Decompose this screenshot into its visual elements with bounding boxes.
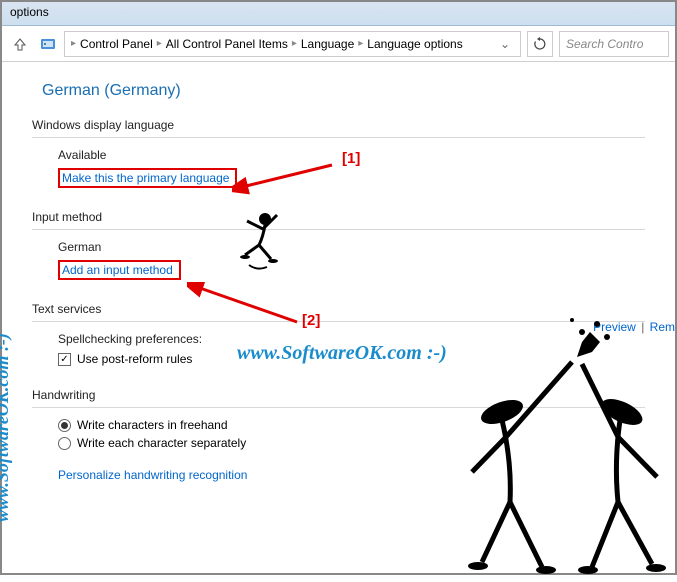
breadcrumb-item[interactable]: Language	[301, 37, 354, 51]
input-language: German	[58, 240, 645, 254]
input-method-actions: Preview | Rem	[593, 320, 675, 334]
checkbox-icon: ✓	[58, 353, 71, 366]
add-input-method-link[interactable]: Add an input method	[62, 263, 173, 277]
preview-link[interactable]: Preview	[593, 320, 636, 334]
make-primary-link[interactable]: Make this the primary language	[62, 171, 229, 185]
refresh-icon	[533, 37, 547, 51]
refresh-button[interactable]	[527, 31, 553, 57]
search-placeholder: Search Contro	[566, 37, 643, 51]
chevron-right-icon: ▸	[71, 38, 76, 49]
divider: |	[641, 320, 644, 334]
personalize-handwriting-link[interactable]: Personalize handwriting recognition	[58, 468, 247, 482]
page-title: German (Germany)	[42, 82, 645, 100]
control-panel-icon	[38, 34, 58, 54]
annotation-label-2: [2]	[302, 312, 320, 329]
content-area: German (Germany) Windows display languag…	[2, 62, 675, 524]
annotation-highlight-1: Make this the primary language	[58, 168, 237, 188]
search-input[interactable]: Search Contro	[559, 31, 669, 57]
radio-icon	[58, 437, 71, 450]
remove-link[interactable]: Rem	[650, 320, 675, 334]
freehand-label: Write characters in freehand	[77, 418, 228, 432]
watermark-horizontal: www.SoftwareOK.com :-)	[237, 342, 447, 365]
window-titlebar: options	[2, 2, 675, 26]
chevron-right-icon: ▸	[358, 38, 363, 49]
breadcrumb-item[interactable]: Language options	[367, 37, 462, 51]
separate-radio-row[interactable]: Write each character separately	[58, 436, 645, 450]
section-handwriting: Handwriting Write characters in freehand…	[32, 388, 645, 482]
breadcrumb-dropdown[interactable]: ⌄	[496, 37, 514, 51]
chevron-right-icon: ▸	[157, 38, 162, 49]
section-input-method: Input method German Add an input method	[32, 210, 645, 280]
window-title: options	[10, 5, 49, 19]
section-header: Windows display language	[32, 118, 645, 135]
annotation-label-1: [1]	[342, 150, 360, 167]
freehand-radio-row[interactable]: Write characters in freehand	[58, 418, 645, 432]
breadcrumb: ▸ Control Panel ▸ All Control Panel Item…	[64, 31, 521, 57]
up-arrow-icon	[13, 37, 27, 51]
post-reform-label: Use post-reform rules	[77, 352, 192, 366]
breadcrumb-item[interactable]: All Control Panel Items	[166, 37, 288, 51]
radio-icon	[58, 419, 71, 432]
section-header: Handwriting	[32, 388, 645, 405]
section-display-language: Windows display language Available Make …	[32, 118, 645, 188]
section-header: Text services	[32, 302, 645, 319]
section-header: Input method	[32, 210, 645, 227]
annotation-highlight-2: Add an input method	[58, 260, 181, 280]
watermark-vertical: www.SoftwareOK.com :-)	[0, 333, 13, 522]
breadcrumb-item[interactable]: Control Panel	[80, 37, 153, 51]
separate-label: Write each character separately	[77, 436, 246, 450]
navbar: ▸ Control Panel ▸ All Control Panel Item…	[2, 26, 675, 62]
nav-up-button[interactable]	[8, 32, 32, 56]
chevron-right-icon: ▸	[292, 38, 297, 49]
